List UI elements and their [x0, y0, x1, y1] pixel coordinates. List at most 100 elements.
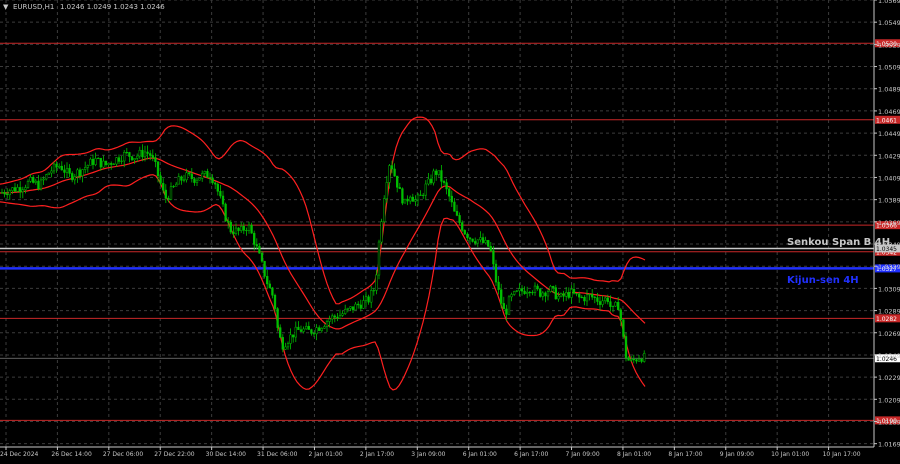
candle-body [8, 190, 11, 196]
candle-body [492, 250, 495, 265]
candle-body [398, 187, 401, 189]
candle-body [591, 294, 594, 298]
candle-body [575, 293, 578, 295]
candle-body [214, 182, 217, 185]
candle-body [39, 179, 43, 190]
candle-body [494, 263, 498, 283]
x-tick-label: 6 Jan 01:00 [463, 451, 497, 458]
kijun-sen-label: Kijun-sen 4H [787, 275, 859, 286]
candle-body [141, 149, 144, 158]
candle-body [299, 329, 303, 332]
candle-body [50, 170, 53, 174]
candle-body [211, 177, 214, 184]
candle-body [351, 306, 355, 311]
candle-body [203, 171, 206, 174]
candle-body [429, 178, 433, 184]
candle-body [585, 294, 589, 302]
candle-body [338, 315, 342, 319]
candle-body [630, 358, 633, 361]
candle-body [463, 230, 466, 235]
candle-body [180, 176, 183, 181]
candle-body [474, 241, 477, 244]
candle-body [37, 180, 40, 190]
candle-body [354, 303, 357, 311]
candle-body [84, 167, 87, 170]
candle-body [63, 169, 66, 173]
candle-body [531, 292, 534, 294]
candle-body [624, 336, 628, 358]
candle-body [156, 161, 160, 177]
candle-body [388, 165, 391, 183]
candle-body [29, 177, 32, 182]
candle-body [554, 287, 557, 300]
candle-body [71, 173, 74, 181]
candle-body [47, 172, 50, 176]
candle-body [146, 151, 149, 154]
candle-body [89, 158, 92, 166]
candle-body [422, 194, 425, 196]
candle-body [385, 182, 388, 199]
candle-body [445, 182, 448, 190]
candle-body [0, 192, 4, 194]
candle-body [315, 327, 318, 335]
candle-body [208, 177, 212, 179]
candle-body [6, 193, 9, 196]
candle-body [411, 196, 414, 202]
candle-body [518, 288, 521, 292]
candle-body [151, 155, 154, 158]
candle-body [97, 157, 100, 160]
x-tick-label: 27 Dec 06:00 [103, 451, 144, 458]
candle-body [567, 292, 570, 298]
candle-body [396, 175, 399, 188]
candle-body [362, 300, 365, 309]
y-tick-label: 1.0469 [878, 108, 900, 116]
candle-body [310, 329, 313, 334]
candle-body [455, 211, 459, 216]
candle-body [193, 178, 196, 183]
candle-body [94, 158, 97, 165]
y-tick-label: 1.0169 [878, 441, 900, 449]
candle-body [622, 319, 625, 337]
candle-body [416, 194, 420, 201]
candle-body [466, 233, 469, 239]
y-tick-label: 1.0369 [878, 219, 900, 227]
candle-body [380, 221, 383, 243]
candle-body [266, 276, 269, 285]
x-tick-label: 9 Jan 09:00 [720, 451, 754, 458]
candle-body [533, 285, 537, 293]
candle-body [357, 303, 360, 306]
candle-body [520, 288, 524, 292]
candle-body [229, 221, 232, 233]
candle-body [580, 296, 583, 298]
candle-body [375, 274, 378, 291]
candle-body [500, 289, 503, 304]
candle-body [138, 149, 141, 157]
candle-body [232, 231, 235, 235]
y-tick-label: 1.0389 [878, 197, 900, 205]
y-tick-label: 1.0189 [878, 418, 900, 426]
candle-body [593, 296, 596, 298]
candle-body [510, 294, 513, 298]
candle-body [234, 227, 238, 235]
candle-body [13, 187, 17, 192]
candle-body [206, 171, 209, 178]
candle-body [471, 238, 474, 242]
candle-body [414, 199, 417, 202]
candle-body [195, 179, 199, 183]
candle-body [81, 169, 84, 176]
candle-body [289, 334, 292, 344]
candle-body [149, 153, 152, 156]
candle-body [346, 308, 349, 310]
candle-body [619, 309, 622, 320]
candle-body [3, 192, 6, 195]
symbol-title: EURUSD,H1 [13, 3, 54, 11]
candle-body [458, 215, 461, 223]
candle-body [120, 160, 123, 162]
candle-body [175, 183, 178, 187]
candle-body [102, 160, 105, 168]
candle-body [260, 252, 264, 262]
x-tick-label: 2 Jan 17:00 [360, 451, 394, 458]
candle-body [107, 163, 110, 166]
candle-body [546, 291, 550, 297]
candle-body [484, 240, 487, 243]
